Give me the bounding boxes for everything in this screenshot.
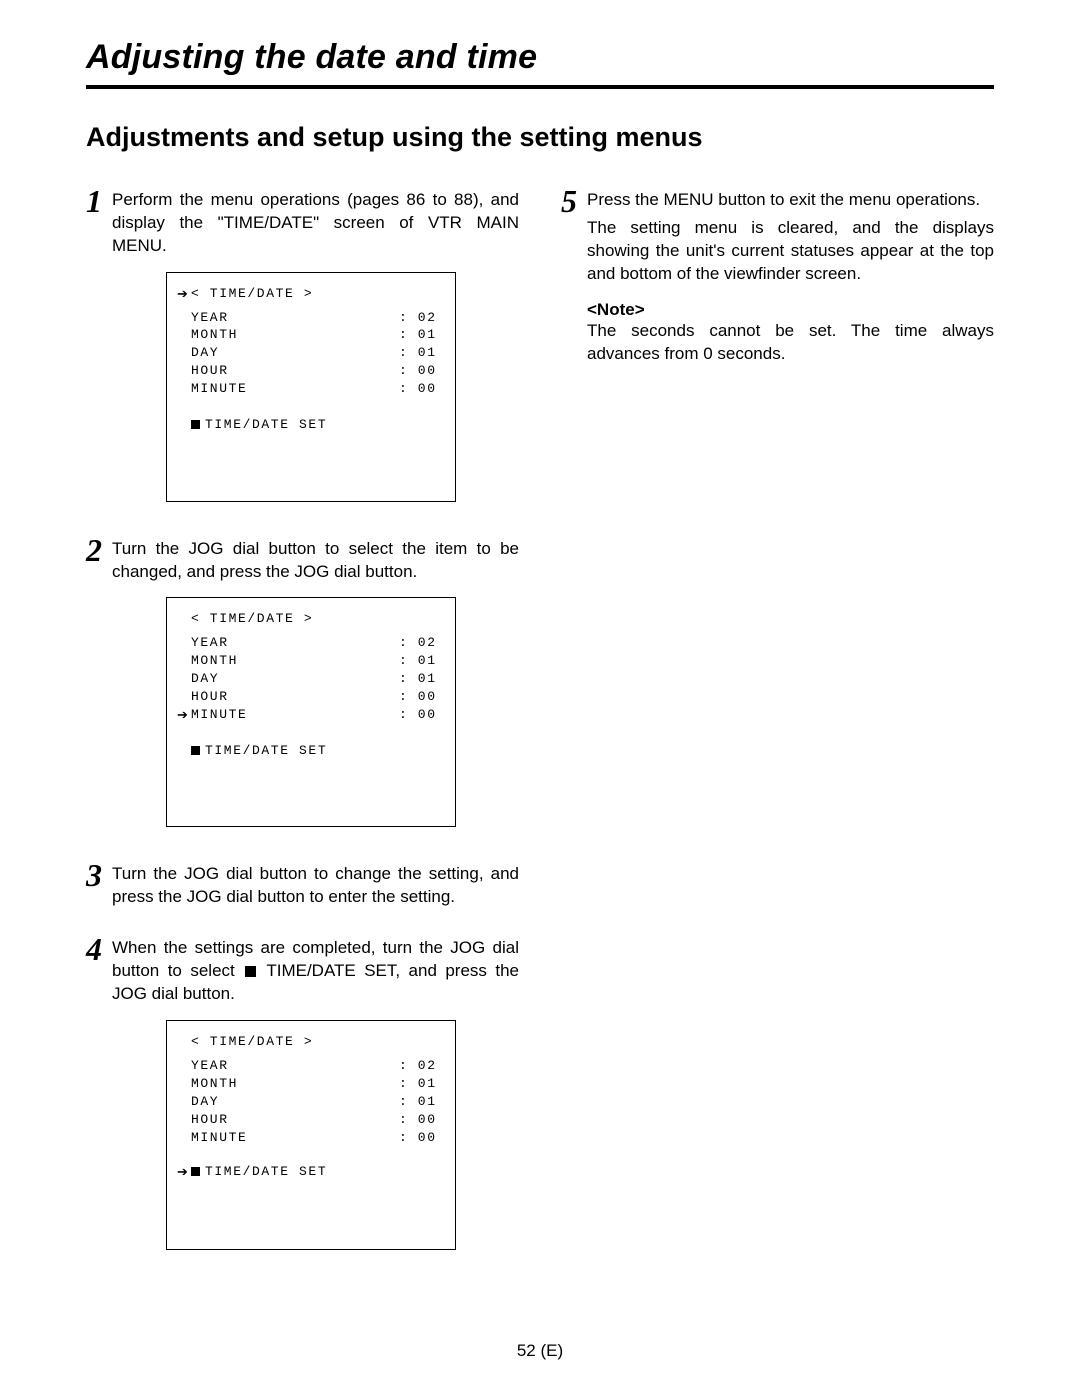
step-text: Press the MENU button to exit the menu o… (587, 185, 994, 212)
square-icon (191, 1167, 200, 1176)
row-value: : 02 (399, 309, 439, 327)
row-label: HOUR (191, 688, 399, 706)
row-label: DAY (191, 670, 399, 688)
step-text: The setting menu is cleared, and the dis… (587, 217, 994, 286)
row-label: MONTH (191, 652, 399, 670)
row-label: HOUR (191, 362, 399, 380)
page-footer: 52 (E) (0, 1341, 1080, 1361)
row-label: MINUTE (191, 380, 399, 398)
arrow-right-icon: ➔ (177, 706, 191, 724)
step-number: 3 (86, 859, 112, 891)
row-value: : 00 (399, 362, 439, 380)
note-label: <Note> (587, 300, 994, 320)
screen-header: < TIME/DATE > (191, 610, 439, 628)
row-value: : 01 (399, 326, 439, 344)
row-value: : 00 (399, 1111, 439, 1129)
row-label: MINUTE (191, 1129, 399, 1147)
row-value: : 01 (399, 652, 439, 670)
screen-2-wrap: < TIME/DATE > YEAR: 02 MONTH: 01 DAY: 01… (166, 597, 519, 827)
set-row: TIME/DATE SET (205, 1164, 327, 1179)
row-value: : 00 (399, 380, 439, 398)
page-title: Adjusting the date and time (86, 38, 994, 77)
row-value: : 01 (399, 1075, 439, 1093)
row-label: MINUTE (191, 706, 399, 724)
square-icon (191, 746, 200, 755)
step-text: Turn the JOG dial button to change the s… (112, 859, 519, 909)
row-label: YEAR (191, 309, 399, 327)
step-1: 1 Perform the menu operations (pages 86 … (86, 185, 519, 258)
row-value: : 01 (399, 670, 439, 688)
two-column-layout: 1 Perform the menu operations (pages 86 … (86, 185, 994, 1282)
step-number: 4 (86, 933, 112, 965)
row-label: MONTH (191, 1075, 399, 1093)
step-5-sub: The setting menu is cleared, and the dis… (561, 217, 994, 286)
row-label: YEAR (191, 634, 399, 652)
row-value: : 01 (399, 1093, 439, 1111)
step-3: 3 Turn the JOG dial button to change the… (86, 859, 519, 909)
right-column: 5 Press the MENU button to exit the menu… (561, 185, 994, 1282)
step-text: When the settings are completed, turn th… (112, 933, 519, 1006)
row-label: DAY (191, 344, 399, 362)
step-text: Turn the JOG dial button to select the i… (112, 534, 519, 584)
row-value: : 01 (399, 344, 439, 362)
step-number: 1 (86, 185, 112, 217)
screen-3: < TIME/DATE > YEAR: 02 MONTH: 01 DAY: 01… (166, 1020, 456, 1250)
screen-2: < TIME/DATE > YEAR: 02 MONTH: 01 DAY: 01… (166, 597, 456, 827)
section-subtitle: Adjustments and setup using the setting … (86, 121, 994, 155)
row-label: HOUR (191, 1111, 399, 1129)
row-label: MONTH (191, 326, 399, 344)
screen-header: < TIME/DATE > (191, 285, 439, 303)
step-number: 2 (86, 534, 112, 566)
note-text: The seconds cannot be set. The time alwa… (587, 320, 994, 366)
screen-1-wrap: ➔ < TIME/DATE > YEAR: 02 MONTH: 01 DAY: … (166, 272, 519, 502)
arrow-right-icon: ➔ (177, 285, 191, 303)
row-value: : 00 (399, 1129, 439, 1147)
screen-3-wrap: < TIME/DATE > YEAR: 02 MONTH: 01 DAY: 01… (166, 1020, 519, 1250)
arrow-right-icon: ➔ (177, 1163, 191, 1181)
screen-header: < TIME/DATE > (191, 1033, 439, 1051)
step-5: 5 Press the MENU button to exit the menu… (561, 185, 994, 217)
square-icon (245, 966, 256, 977)
row-value: : 02 (399, 634, 439, 652)
step-text: Perform the menu operations (pages 86 to… (112, 185, 519, 258)
row-value: : 02 (399, 1057, 439, 1075)
step-number: 5 (561, 185, 587, 217)
square-icon (191, 420, 200, 429)
row-value: : 00 (399, 706, 439, 724)
left-column: 1 Perform the menu operations (pages 86 … (86, 185, 519, 1282)
screen-1: ➔ < TIME/DATE > YEAR: 02 MONTH: 01 DAY: … (166, 272, 456, 502)
title-rule (86, 85, 994, 89)
row-value: : 00 (399, 688, 439, 706)
row-label: DAY (191, 1093, 399, 1111)
set-row: TIME/DATE SET (205, 743, 327, 758)
step-2: 2 Turn the JOG dial button to select the… (86, 534, 519, 584)
row-label: YEAR (191, 1057, 399, 1075)
step-4: 4 When the settings are completed, turn … (86, 933, 519, 1006)
set-row: TIME/DATE SET (205, 417, 327, 432)
